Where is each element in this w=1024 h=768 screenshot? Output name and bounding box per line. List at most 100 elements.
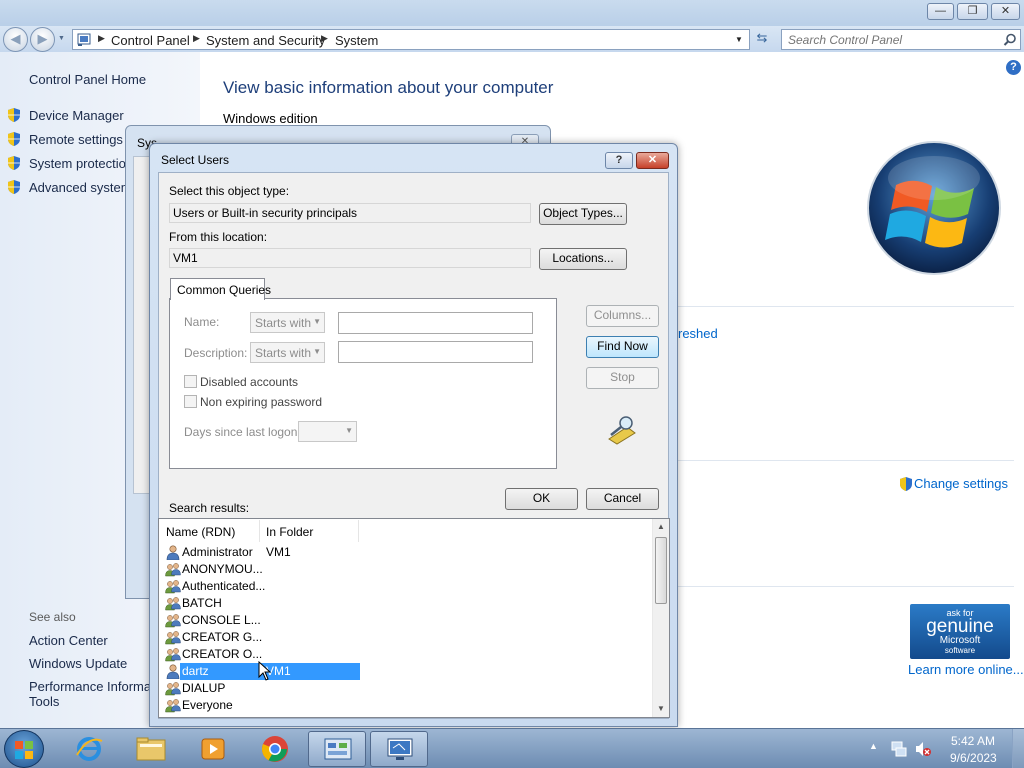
result-name: CONSOLE L... xyxy=(182,613,261,627)
crumb-system[interactable]: System xyxy=(335,33,378,48)
ok-button[interactable]: OK xyxy=(505,488,578,510)
refresh-icon[interactable]: ⇆ xyxy=(752,30,772,49)
change-settings-link[interactable]: Change settings xyxy=(914,476,1008,491)
maximize-button[interactable]: ❐ xyxy=(957,3,988,20)
performance-information-link[interactable]: Performance Informati xyxy=(29,679,158,694)
recent-pages-icon[interactable]: ▼ xyxy=(58,35,65,42)
non-expiring-checkbox[interactable] xyxy=(184,395,197,408)
search-results-label: Search results: xyxy=(169,501,250,515)
name-filter-value: Starts with xyxy=(255,316,312,330)
result-row[interactable]: Administrator VM1 xyxy=(160,544,360,561)
taskbar-chrome[interactable] xyxy=(246,731,304,767)
chevron-right-icon[interactable]: ▶ xyxy=(193,33,200,44)
find-now-button[interactable]: Find Now xyxy=(586,336,659,358)
non-expiring-label: Non expiring password xyxy=(200,395,323,409)
dialog-close-button[interactable]: ✕ xyxy=(636,152,669,169)
forward-button[interactable]: ▶ xyxy=(30,27,55,52)
result-row[interactable]: CREATOR G... xyxy=(160,629,360,646)
refreshed-link[interactable]: reshed xyxy=(678,326,718,341)
shield-icon xyxy=(8,108,20,122)
help-icon[interactable]: ? xyxy=(1006,60,1021,75)
windows-update-link[interactable]: Windows Update xyxy=(29,656,127,671)
object-type-field: Users or Built-in security principals xyxy=(169,203,531,223)
user-icon xyxy=(165,664,181,680)
search-icon[interactable] xyxy=(1003,33,1017,47)
taskbar-explorer[interactable] xyxy=(122,731,180,767)
clock-date[interactable]: 9/6/2023 xyxy=(950,751,997,765)
control-panel-icon xyxy=(324,738,352,760)
result-row[interactable]: CONSOLE L... xyxy=(160,612,360,629)
performance-tools-link[interactable]: Tools xyxy=(29,694,59,709)
columns-button[interactable]: Columns... xyxy=(586,305,659,327)
dialog-help-button[interactable]: ? xyxy=(605,152,633,169)
network-icon[interactable] xyxy=(890,740,908,758)
chevron-right-icon[interactable]: ▶ xyxy=(98,33,105,44)
name-label: Name: xyxy=(184,315,220,329)
learn-more-link[interactable]: Learn more online... xyxy=(908,662,1024,677)
search-input[interactable] xyxy=(788,32,998,47)
back-button[interactable]: ◀ xyxy=(3,27,28,52)
stop-button[interactable]: Stop xyxy=(586,367,659,389)
column-header-name[interactable]: Name (RDN) xyxy=(160,520,260,542)
genuine-line4: software xyxy=(944,646,976,655)
search-box[interactable] xyxy=(781,29,1021,50)
user-icon xyxy=(165,545,181,561)
select-users-dialog: Select Users ? ✕ Select this object type… xyxy=(149,143,678,727)
description-input[interactable] xyxy=(338,341,533,363)
genuine-microsoft-badge[interactable]: ask for genuine Microsoft software xyxy=(910,604,1010,659)
device-manager-link[interactable]: Device Manager xyxy=(29,108,124,123)
result-row[interactable]: Authenticated... xyxy=(160,578,360,595)
description-filter-combo[interactable]: Starts with ▼ xyxy=(250,342,325,363)
control-panel-icon xyxy=(77,33,91,46)
page-title: View basic information about your comput… xyxy=(223,78,554,97)
scroll-down-arrow[interactable]: ▼ xyxy=(657,704,665,713)
volume-muted-icon[interactable] xyxy=(914,740,932,758)
address-dropdown-icon[interactable]: ▼ xyxy=(735,35,743,44)
days-since-logon-combo[interactable]: ▼ xyxy=(298,421,357,442)
minimize-button[interactable]: — xyxy=(927,3,954,20)
action-center-link[interactable]: Action Center xyxy=(29,633,108,648)
taskbar-media-player[interactable] xyxy=(184,731,242,767)
taskbar-control-panel[interactable] xyxy=(308,731,366,767)
divider xyxy=(678,460,1014,461)
control-panel-home-link[interactable]: Control Panel Home xyxy=(29,72,146,87)
shield-icon xyxy=(8,156,20,170)
group-icon xyxy=(165,596,181,611)
mouse-cursor-icon xyxy=(258,661,272,681)
result-row[interactable]: BATCH xyxy=(160,595,360,612)
scroll-thumb[interactable] xyxy=(655,537,667,604)
close-button[interactable]: ✕ xyxy=(991,3,1020,20)
name-filter-combo[interactable]: Starts with ▼ xyxy=(250,312,325,333)
disabled-accounts-checkbox[interactable] xyxy=(184,375,197,388)
group-icon xyxy=(165,698,181,713)
show-desktop-button[interactable] xyxy=(1012,729,1024,768)
breadcrumb[interactable]: ▶ Control Panel ▶ System and Security ▶ … xyxy=(72,29,750,50)
crumb-system-and-security[interactable]: System and Security xyxy=(206,33,325,48)
clock-time[interactable]: 5:42 AM xyxy=(951,734,995,748)
start-button[interactable] xyxy=(4,730,44,768)
crumb-control-panel[interactable]: Control Panel xyxy=(111,33,190,48)
taskbar-system-properties[interactable] xyxy=(370,731,428,767)
advanced-system-link[interactable]: Advanced system xyxy=(29,180,132,195)
cancel-button[interactable]: Cancel xyxy=(586,488,659,510)
remote-settings-link[interactable]: Remote settings xyxy=(29,132,123,147)
scroll-up-arrow[interactable]: ▲ xyxy=(657,522,665,531)
chevron-right-icon[interactable]: ▶ xyxy=(321,33,328,44)
chevron-down-icon: ▼ xyxy=(313,347,321,356)
tab-common-queries[interactable]: Common Queries xyxy=(170,278,271,300)
disabled-accounts-label: Disabled accounts xyxy=(200,375,299,389)
column-header-folder[interactable]: In Folder xyxy=(260,520,359,542)
name-input[interactable] xyxy=(338,312,533,334)
search-results-list[interactable]: Name (RDN) In Folder Administrator VM1 ANO… xyxy=(158,518,670,718)
system-protection-link[interactable]: System protection xyxy=(29,156,133,171)
divider xyxy=(678,586,1014,587)
object-types-button[interactable]: Object Types... xyxy=(539,203,627,225)
result-row[interactable]: ANONYMOU... xyxy=(160,561,360,578)
taskbar-internet-explorer[interactable] xyxy=(60,731,118,767)
vertical-scrollbar[interactable]: ▲ ▼ xyxy=(652,519,669,717)
result-folder: VM1 xyxy=(266,545,291,559)
result-row[interactable]: DIALUP xyxy=(160,680,360,697)
locations-button[interactable]: Locations... xyxy=(539,248,627,270)
show-hidden-icons-button[interactable]: ▲ xyxy=(869,741,878,751)
result-row[interactable]: Everyone xyxy=(160,697,360,714)
